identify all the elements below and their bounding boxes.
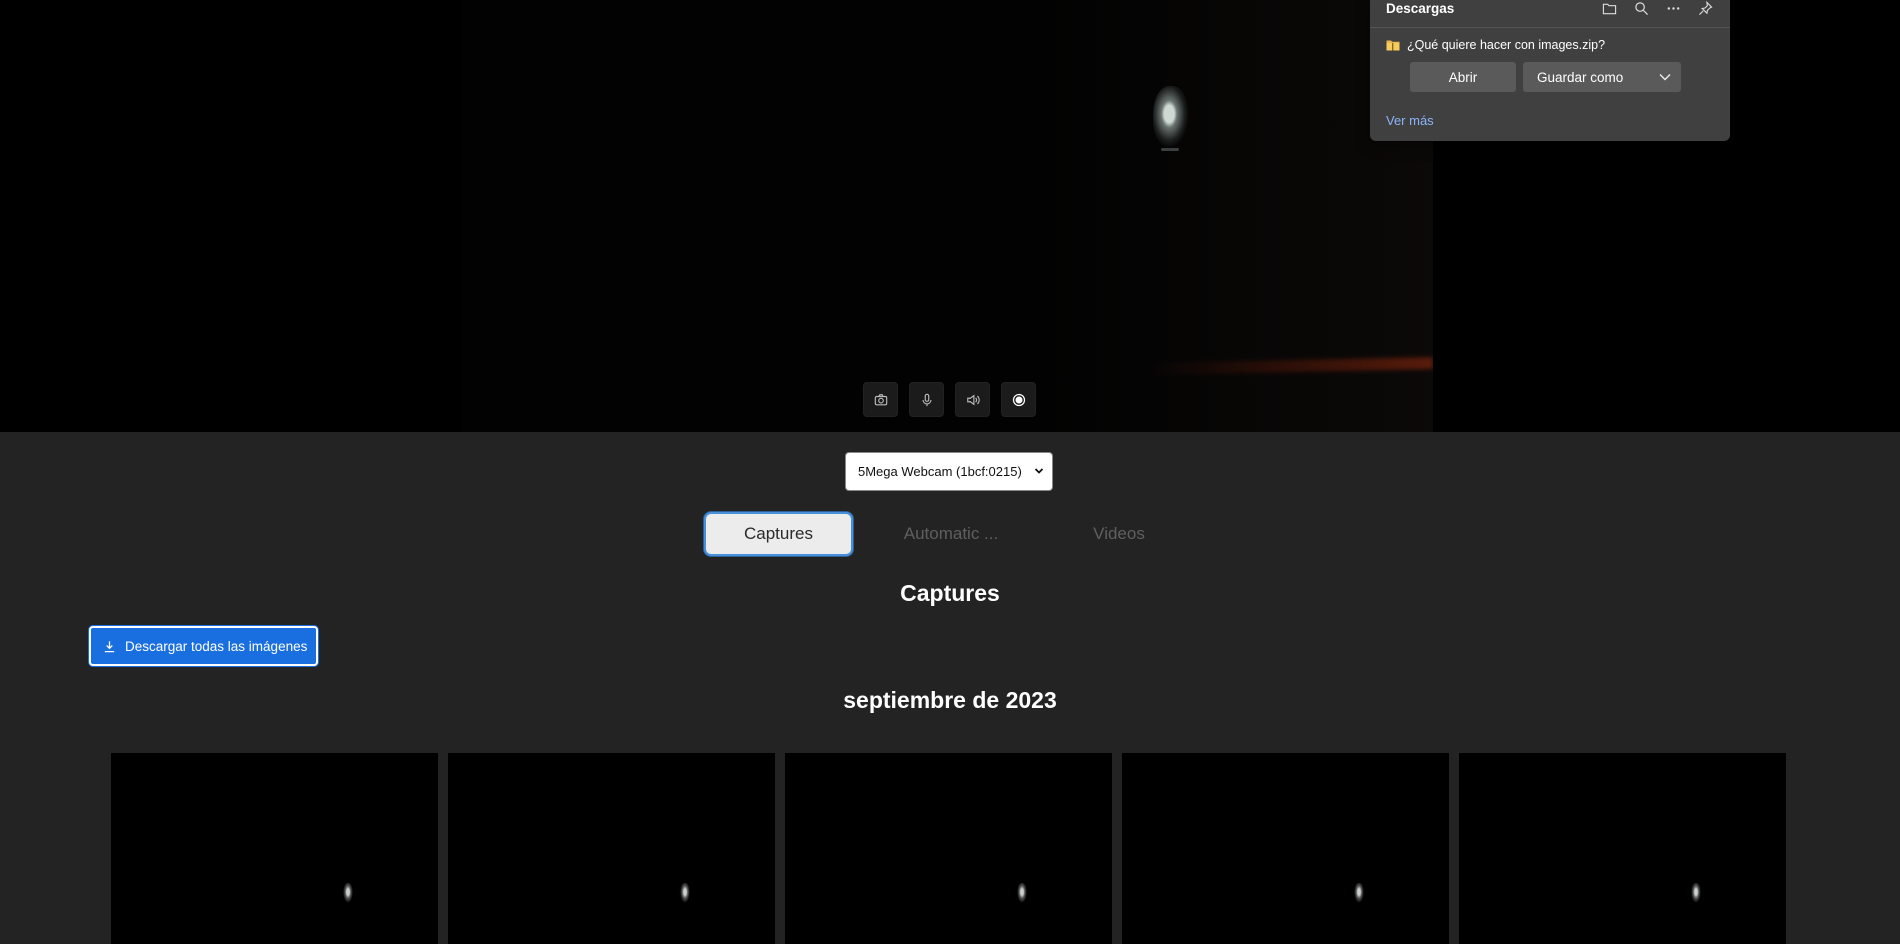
- chevron-down-icon: [1659, 74, 1671, 81]
- thumbnail-object: [1354, 883, 1364, 903]
- thumbnail-object: [680, 883, 690, 903]
- camera-select[interactable]: 5Mega Webcam (1bcf:0215): [845, 452, 1053, 491]
- capture-gallery: [111, 753, 1786, 944]
- thumbnail-object: [1017, 883, 1027, 903]
- month-title: septiembre de 2023: [843, 687, 1057, 713]
- more-options-icon[interactable]: [1665, 0, 1682, 16]
- open-button[interactable]: Abrir: [1410, 62, 1516, 92]
- download-item: ¿Qué quiere hacer con images.zip?: [1386, 38, 1605, 52]
- speaker-icon[interactable]: [955, 382, 990, 417]
- pin-icon[interactable]: [1697, 0, 1714, 16]
- thumbnail-object: [1691, 883, 1701, 903]
- folder-icon[interactable]: [1601, 0, 1618, 16]
- download-all-label: Descargar todas las imágenes: [125, 638, 308, 654]
- tab-captures[interactable]: Captures: [704, 512, 853, 556]
- download-question: ¿Qué quiere hacer con images.zip?: [1407, 38, 1606, 52]
- tab-automatic[interactable]: Automatic ...: [853, 512, 1049, 556]
- chevron-down-icon: [1034, 468, 1044, 474]
- tab-bar: Captures Automatic ... Videos: [704, 512, 1189, 556]
- camera-select-value: 5Mega Webcam (1bcf:0215): [858, 464, 1022, 479]
- camera-icon[interactable]: [863, 382, 898, 417]
- microphone-icon[interactable]: [909, 382, 944, 417]
- downloads-flyout: Descargas ¿Qué quiere hacer con images.z…: [1370, 0, 1730, 141]
- record-icon[interactable]: [1001, 382, 1036, 417]
- capture-thumbnail[interactable]: [785, 753, 1112, 944]
- download-all-button[interactable]: Descargar todas las imágenes: [89, 626, 318, 666]
- see-more-link[interactable]: Ver más: [1386, 113, 1434, 128]
- save-as-button[interactable]: Guardar como: [1523, 62, 1681, 92]
- capture-thumbnail[interactable]: [1122, 753, 1449, 944]
- preview-controls: [863, 382, 1036, 417]
- thumbnail-object: [343, 883, 353, 903]
- section-title: Captures: [900, 580, 1000, 606]
- tab-videos[interactable]: Videos: [1049, 512, 1189, 556]
- capture-thumbnail[interactable]: [448, 753, 775, 944]
- flyout-header: Descargas: [1370, 0, 1730, 28]
- capture-thumbnail[interactable]: [1459, 753, 1786, 944]
- search-icon[interactable]: [1633, 0, 1650, 16]
- capture-thumbnail[interactable]: [111, 753, 438, 944]
- download-icon: [104, 640, 115, 652]
- save-as-label: Guardar como: [1537, 69, 1624, 85]
- feed-object: [1153, 86, 1189, 151]
- zip-folder-icon: [1386, 39, 1400, 51]
- video-feed: [461, 0, 1433, 432]
- flyout-title: Descargas: [1386, 1, 1455, 16]
